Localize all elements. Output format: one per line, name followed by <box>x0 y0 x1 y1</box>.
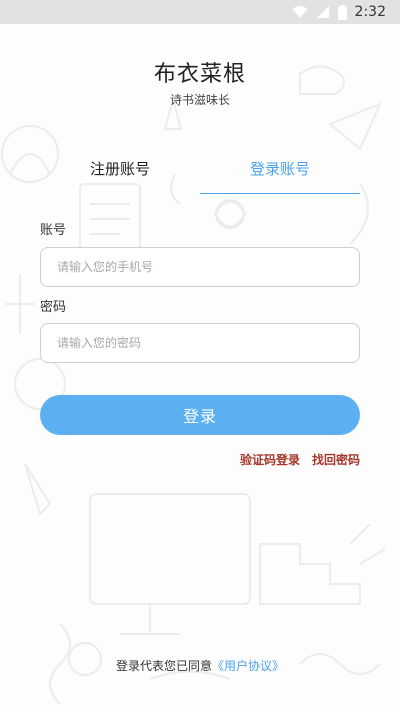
cellular-signal-icon <box>316 6 329 18</box>
tab-login[interactable]: 登录账号 <box>200 158 360 194</box>
sms-code-login-link[interactable]: 验证码登录 <box>240 451 300 468</box>
password-input[interactable] <box>40 323 360 363</box>
login-screen: 2:32 布衣菜根 诗书滋味长 注册账号 登录账号 账号 密码 登录 <box>0 0 400 710</box>
battery-icon <box>337 4 347 20</box>
user-agreement-notice: 登录代表您已同意《用户协议》 <box>0 657 400 674</box>
password-label: 密码 <box>40 300 67 315</box>
auxiliary-links: 验证码登录 找回密码 <box>240 451 360 468</box>
status-time: 2:32 <box>354 4 386 20</box>
app-subtitle: 诗书滋味长 <box>169 93 230 107</box>
phone-number-input[interactable] <box>40 247 360 287</box>
agreement-prefix: 登录代表您已同意 <box>115 659 212 673</box>
status-bar: 2:32 <box>0 0 400 24</box>
app-title: 布衣菜根 <box>153 62 246 87</box>
tab-register[interactable]: 注册账号 <box>40 158 200 194</box>
account-label: 账号 <box>40 223 67 238</box>
background-doodles <box>1 65 386 705</box>
wifi-icon <box>292 6 308 18</box>
login-button[interactable]: 登录 <box>40 395 360 435</box>
forgot-password-link[interactable]: 找回密码 <box>312 451 360 468</box>
user-agreement-link[interactable]: 《用户协议》 <box>212 659 284 673</box>
